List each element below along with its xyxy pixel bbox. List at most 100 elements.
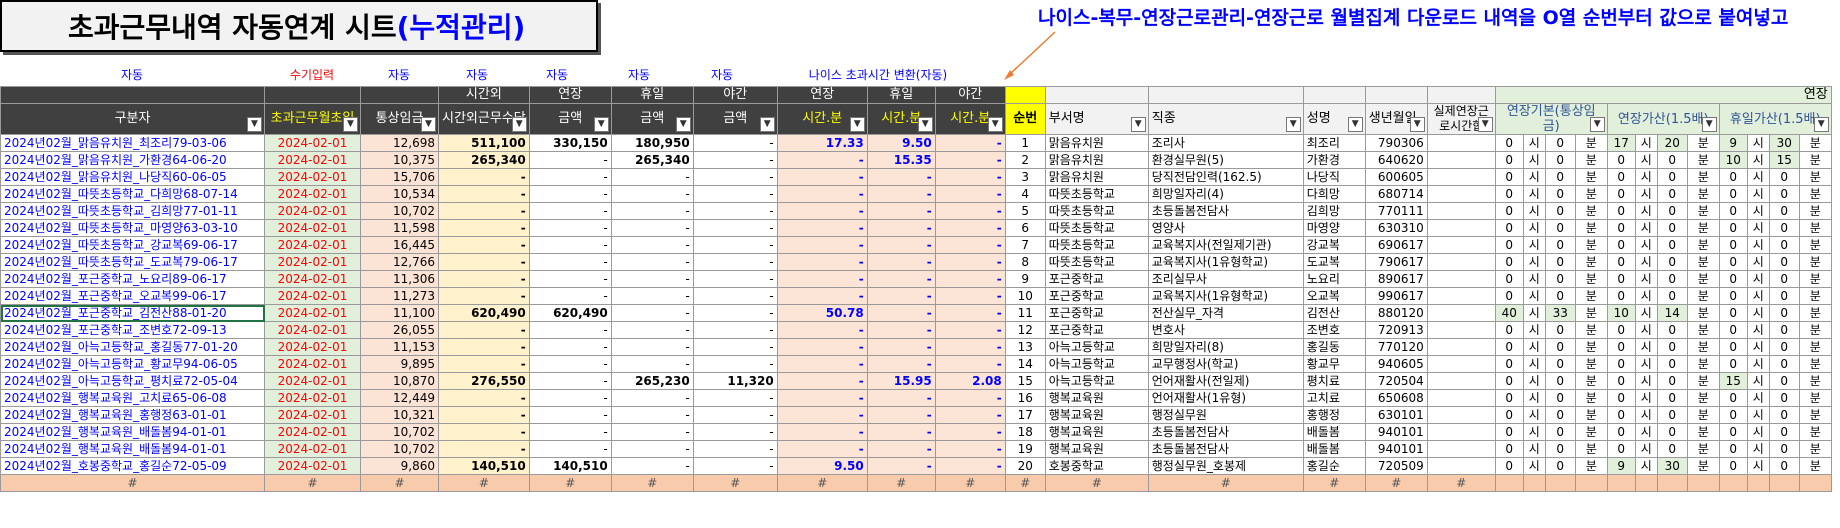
cell-hol-amount[interactable]: - [610, 219, 694, 237]
cell-ext-base-minutes[interactable]: 0 [1544, 134, 1576, 152]
cell-dept[interactable]: 행복교육원 [1044, 406, 1149, 424]
cell-ext-add-hours[interactable]: 0 [1606, 372, 1636, 390]
footer-cell[interactable]: # [1426, 474, 1496, 492]
cell-ext-hm[interactable]: 17.33 [776, 134, 868, 152]
cell-job[interactable]: 교육복지사(1유형학교) [1147, 287, 1304, 305]
cell-ext-base-bun[interactable]: 분 [1574, 287, 1608, 305]
cell-hol-amount[interactable]: - [610, 253, 694, 271]
cell-dept[interactable]: 아늑고등학교 [1044, 355, 1149, 373]
cell-seq[interactable]: 17 [1004, 406, 1046, 424]
cell-ot-pay[interactable]: 511,100 [438, 134, 530, 152]
cell-hol-add-si[interactable]: 시 [1746, 423, 1770, 441]
footer-cell[interactable]: # [0, 474, 265, 492]
cell-ext-base-si[interactable]: 시 [1522, 134, 1546, 152]
cell-birth[interactable]: 940101 [1364, 440, 1428, 458]
cell-ext-add-minutes[interactable]: 0 [1656, 236, 1688, 254]
cell-ext-base-hours[interactable]: 0 [1494, 253, 1524, 271]
cell-month[interactable]: 2024-02-01 [264, 406, 361, 424]
cell-hol-add-hours[interactable]: 0 [1718, 355, 1748, 373]
cell-night-amount[interactable]: - [692, 236, 778, 254]
cell-ext-add-bun[interactable]: 분 [1686, 185, 1720, 203]
cell-ext-base-minutes[interactable]: 0 [1544, 236, 1576, 254]
cell-wage[interactable]: 9,895 [360, 355, 439, 373]
cell-ext-base-hours[interactable]: 0 [1494, 270, 1524, 288]
cell-ext-hm[interactable]: - [776, 270, 868, 288]
cell-ext-base-minutes[interactable]: 0 [1544, 440, 1576, 458]
footer-cell[interactable]: # [528, 474, 612, 492]
cell-ext-base-bun[interactable]: 분 [1574, 236, 1608, 254]
cell-job[interactable]: 변호사 [1147, 321, 1304, 339]
cell-night-hm[interactable]: - [934, 321, 1006, 339]
filter-dropdown-icon[interactable]: ▼ [247, 117, 262, 132]
cell-ext-add-hours[interactable]: 0 [1606, 219, 1636, 237]
cell-actual[interactable] [1426, 236, 1496, 254]
cell-night-amount[interactable]: - [692, 219, 778, 237]
cell-divider[interactable]: 2024년02월_맑음유치원_가환경64-06-20 [0, 151, 265, 169]
cell-ot-pay[interactable]: 620,490 [438, 304, 530, 322]
cell-ext-add-minutes[interactable]: 20 [1656, 134, 1688, 152]
cell-ext-add-bun[interactable]: 분 [1686, 168, 1720, 186]
cell-dept[interactable]: 행복교육원 [1044, 423, 1149, 441]
cell-actual[interactable] [1426, 134, 1496, 152]
cell-ext-base-si[interactable]: 시 [1522, 457, 1546, 475]
cell-hol-add-bun[interactable]: 분 [1798, 423, 1832, 441]
cell-ext-base-hours[interactable]: 0 [1494, 457, 1524, 475]
cell-dept[interactable]: 행복교육원 [1044, 440, 1149, 458]
cell-ext-hm[interactable]: - [776, 423, 868, 441]
cell-ext-amount[interactable]: - [528, 423, 612, 441]
cell-hol-add-bun[interactable]: 분 [1798, 338, 1832, 356]
cell-ext-base-bun[interactable]: 분 [1574, 372, 1608, 390]
cell-name[interactable]: 노요리 [1302, 270, 1366, 288]
cell-ext-base-hours[interactable]: 0 [1494, 202, 1524, 220]
cell-birth[interactable]: 720509 [1364, 457, 1428, 475]
cell-hol-add-si[interactable]: 시 [1746, 219, 1770, 237]
footer-cell[interactable] [1656, 474, 1688, 492]
cell-ext-amount[interactable]: - [528, 253, 612, 271]
cell-wage[interactable]: 11,598 [360, 219, 439, 237]
cell-ext-base-minutes[interactable]: 0 [1544, 457, 1576, 475]
cell-divider[interactable]: 2024년02월_아늑고등학교_홍길동77-01-20 [0, 338, 265, 356]
cell-night-hm[interactable]: - [934, 185, 1006, 203]
cell-hol-add-bun[interactable]: 분 [1798, 355, 1832, 373]
cell-hol-add-si[interactable]: 시 [1746, 321, 1770, 339]
cell-hol-hm[interactable]: - [866, 423, 936, 441]
cell-ext-add-hours[interactable]: 0 [1606, 287, 1636, 305]
cell-hol-add-hours[interactable]: 10 [1718, 151, 1748, 169]
cell-wage[interactable]: 12,449 [360, 389, 439, 407]
cell-hol-hm[interactable]: - [866, 406, 936, 424]
cell-night-hm[interactable]: - [934, 236, 1006, 254]
cell-birth[interactable]: 940101 [1364, 423, 1428, 441]
cell-ext-hm[interactable]: - [776, 236, 868, 254]
filter-dropdown-icon[interactable]: ▼ [1477, 117, 1493, 132]
footer-cell[interactable] [1606, 474, 1636, 492]
cell-night-amount[interactable]: - [692, 423, 778, 441]
cell-night-hm[interactable]: 2.08 [934, 372, 1006, 390]
cell-dept[interactable]: 맑음유치원 [1044, 151, 1149, 169]
cell-ext-base-bun[interactable]: 분 [1574, 440, 1608, 458]
cell-ext-add-bun[interactable]: 분 [1686, 236, 1720, 254]
cell-hol-add-minutes[interactable]: 0 [1768, 304, 1800, 322]
cell-ext-add-bun[interactable]: 분 [1686, 202, 1720, 220]
cell-hol-add-minutes[interactable]: 0 [1768, 389, 1800, 407]
cell-month[interactable]: 2024-02-01 [264, 253, 361, 271]
cell-seq[interactable]: 1 [1004, 134, 1046, 152]
cell-ext-add-si[interactable]: 시 [1634, 423, 1658, 441]
cell-hol-add-minutes[interactable]: 0 [1768, 321, 1800, 339]
cell-hol-add-si[interactable]: 시 [1746, 168, 1770, 186]
footer-cell[interactable]: # [866, 474, 936, 492]
cell-hol-amount[interactable]: - [610, 355, 694, 373]
filter-dropdown-icon[interactable]: ▼ [1409, 117, 1425, 132]
cell-ext-add-si[interactable]: 시 [1634, 338, 1658, 356]
cell-wage[interactable]: 9,860 [360, 457, 439, 475]
footer-cell[interactable] [1686, 474, 1720, 492]
cell-month[interactable]: 2024-02-01 [264, 202, 361, 220]
cell-month[interactable]: 2024-02-01 [264, 134, 361, 152]
cell-hol-add-bun[interactable]: 분 [1798, 253, 1832, 271]
cell-wage[interactable]: 12,698 [360, 134, 439, 152]
cell-ext-add-bun[interactable]: 분 [1686, 287, 1720, 305]
footer-cell[interactable]: # [934, 474, 1006, 492]
cell-ext-add-si[interactable]: 시 [1634, 219, 1658, 237]
cell-ext-amount[interactable]: - [528, 202, 612, 220]
cell-hol-add-hours[interactable]: 0 [1718, 321, 1748, 339]
cell-night-amount[interactable]: - [692, 338, 778, 356]
